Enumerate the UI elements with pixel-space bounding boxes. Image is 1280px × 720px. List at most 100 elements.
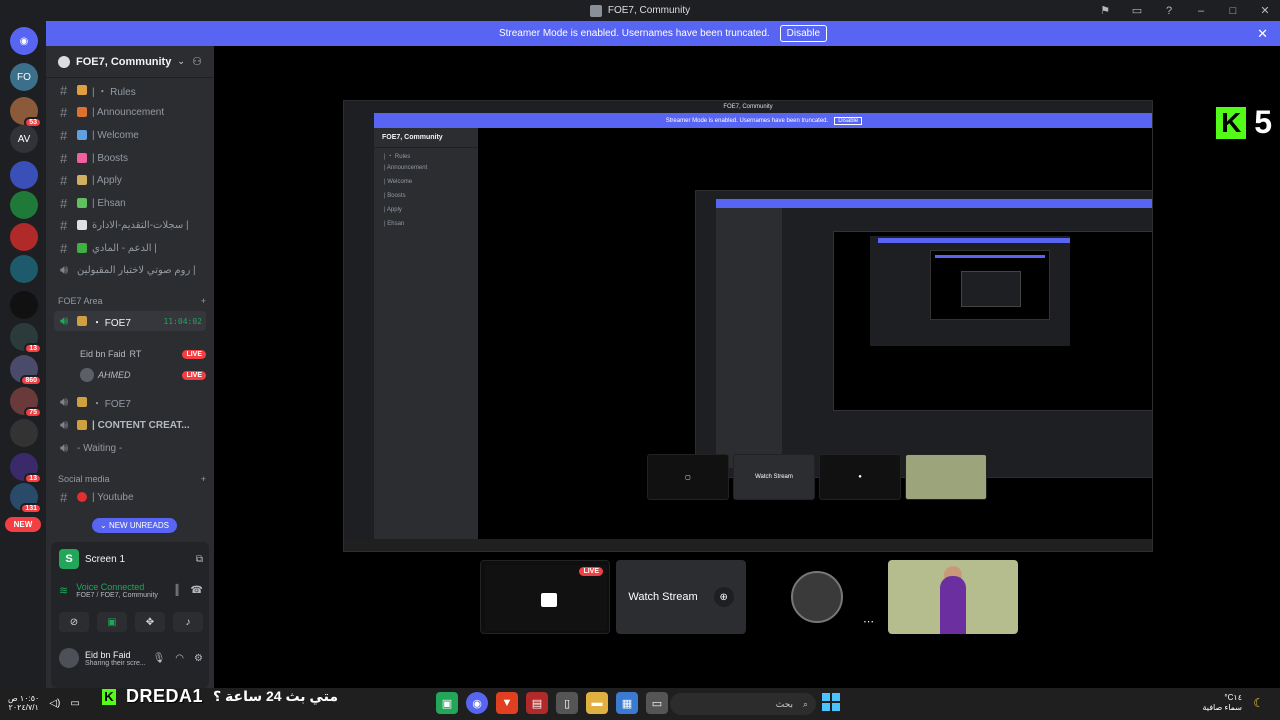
new-unreads-pill[interactable]: ⌄ NEW UNREADS xyxy=(92,518,177,533)
channel-admin-logs[interactable]: # سجلات-التقديم-الادارة | xyxy=(54,215,206,235)
guild-header[interactable]: FOE7, Community ⌄ ⚇ xyxy=(46,46,214,78)
banner-close-icon[interactable]: ✕ xyxy=(1257,26,1268,42)
minimize-button[interactable]: – xyxy=(1194,5,1208,17)
unread-badge: 75 xyxy=(24,407,42,418)
maximize-button[interactable]: □ xyxy=(1226,5,1240,17)
server-icon[interactable] xyxy=(10,291,38,319)
voice-channel-content[interactable]: 🔊︎ | CONTENT CREAT... xyxy=(54,415,206,435)
stop-stream-icon[interactable]: ▣ xyxy=(97,612,127,632)
headphones-icon[interactable]: ◠ xyxy=(175,653,184,664)
participant-avatar-tile[interactable]: ⋯ xyxy=(752,560,882,634)
server-icon[interactable] xyxy=(10,161,38,189)
close-window-button[interactable]: ✕ xyxy=(1258,4,1272,17)
participant-camera-tile[interactable] xyxy=(888,560,1018,634)
server-icon[interactable]: AV xyxy=(10,125,38,153)
disconnect-icon[interactable]: ☎ xyxy=(191,585,203,596)
screen-share-row[interactable]: S Screen 1 ⧉ xyxy=(59,548,203,570)
channel-youtube[interactable]: # | Youtube xyxy=(54,487,206,507)
server-icon[interactable]: 53 xyxy=(10,97,42,128)
watch-stream-tile[interactable]: Watch Stream ⊕ xyxy=(616,560,746,634)
channel-ehsan[interactable]: # | Ehsan xyxy=(54,193,206,213)
server-icon[interactable]: 75 xyxy=(10,387,42,418)
kick-logo-icon: K xyxy=(1216,106,1247,139)
noise-suppression-icon[interactable]: ║ xyxy=(173,585,180,596)
more-icon[interactable]: ⋯ xyxy=(863,615,874,628)
folder-icon[interactable]: ▬ xyxy=(586,692,608,714)
start-menu-icon[interactable] xyxy=(822,693,840,711)
voice-connected-label[interactable]: Voice Connected xyxy=(76,582,158,592)
store-icon[interactable]: ▦ xyxy=(616,692,638,714)
monitor-icon[interactable]: ▭ xyxy=(1130,4,1144,17)
app-icon[interactable]: ▭ xyxy=(646,692,668,714)
voice-status-controls: ║ ☎ xyxy=(173,585,203,596)
channel-welcome[interactable]: # | Welcome xyxy=(54,125,206,145)
category-social-media[interactable]: Social media + xyxy=(58,474,206,484)
clock[interactable]: ١٠:٥٠ ص ٢٠٢٤/٧/١ xyxy=(8,694,39,712)
mirror-banner: Streamer Mode is enabled. Usernames have… xyxy=(374,113,1152,128)
channel-apply[interactable]: # | Apply xyxy=(54,170,206,190)
soundboard-icon[interactable]: ♪ xyxy=(173,612,203,632)
camera-off-icon[interactable]: ⊘ xyxy=(59,612,89,632)
channel-label: | CONTENT CREAT... xyxy=(92,419,190,431)
participant-tiles: LIVE Watch Stream ⊕ ⋯ xyxy=(480,560,1018,634)
brave-icon[interactable]: ▼ xyxy=(496,692,518,714)
app-icon[interactable]: ▤ xyxy=(526,692,548,714)
speaker-icon: 🔊︎ xyxy=(60,394,69,409)
hash-icon: # xyxy=(60,195,68,211)
voice-user-name: AHMED xyxy=(98,370,131,380)
speaker-icon: 🔊︎ xyxy=(60,417,69,432)
speaker-icon[interactable]: ◁) xyxy=(49,698,60,709)
mouse-icon[interactable]: ▯ xyxy=(556,692,578,714)
voice-user[interactable]: AHMED LIVE xyxy=(80,366,206,384)
nested-video-2 xyxy=(930,250,1050,320)
zoom-icon[interactable]: ⊕ xyxy=(713,587,734,607)
voice-channel-path[interactable]: FOE7 / FOE7, Community xyxy=(76,592,158,599)
microphone-icon[interactable]: 🎙︎ xyxy=(153,653,166,664)
scroll-emoji-icon xyxy=(77,85,87,95)
server-icon[interactable]: 131 xyxy=(10,483,42,514)
watch-stream-button[interactable]: Watch Stream xyxy=(628,591,697,603)
network-icon[interactable]: ▭ xyxy=(70,698,79,709)
unread-badge: 13 xyxy=(24,343,42,354)
voice-channel-test[interactable]: 🔊︎ روم صوتي لاختبار المقبولين | xyxy=(54,260,206,280)
crown-emoji-icon xyxy=(77,397,87,407)
server-icon[interactable] xyxy=(10,255,38,283)
gear-icon[interactable]: ⚙ xyxy=(194,653,203,664)
taskbar-search[interactable]: بحث ⌕ xyxy=(670,693,816,715)
popout-icon[interactable]: ⧉ xyxy=(196,554,203,565)
server-icon[interactable]: 13 xyxy=(10,453,42,484)
wave-emoji-icon xyxy=(77,130,87,140)
stream-tile[interactable]: LIVE xyxy=(480,560,610,634)
voice-connection-status: ≋ Voice Connected FOE7 / FOE7, Community… xyxy=(59,582,203,599)
weather-widget[interactable]: °C١٤ سماء صافية xyxy=(1202,693,1242,713)
category-foe7-area[interactable]: FOE7 Area + xyxy=(58,296,206,306)
discord-home-icon[interactable]: ◉ xyxy=(10,27,38,55)
voice-channel-waiting[interactable]: 🔊︎ - Waiting - xyxy=(54,438,206,458)
plus-icon[interactable]: + xyxy=(201,296,206,306)
server-icon[interactable]: 13 xyxy=(10,323,42,354)
avatar[interactable] xyxy=(59,648,79,668)
voice-user[interactable]: Eid bn Faid RT LIVE xyxy=(80,345,206,363)
server-icon[interactable] xyxy=(10,191,38,219)
flag-icon[interactable]: ⚑ xyxy=(1098,4,1112,17)
channel-support[interactable]: # الدعم - المادي | xyxy=(54,238,206,258)
server-icon[interactable]: 860 xyxy=(10,355,42,386)
discord-icon[interactable]: ◉ xyxy=(466,692,488,714)
channel-announcement[interactable]: # | Announcement xyxy=(54,102,206,122)
voice-channel-foe7[interactable]: 🔊︎ ・ FOE7 xyxy=(54,392,206,412)
new-servers-pill[interactable]: NEW xyxy=(5,517,41,532)
plus-icon[interactable]: + xyxy=(201,474,206,484)
app-icon[interactable]: ▣ xyxy=(436,692,458,714)
server-icon[interactable] xyxy=(10,419,38,447)
invite-icon[interactable]: ⚇ xyxy=(192,55,202,68)
channel-rules[interactable]: # | ・ Rules xyxy=(54,80,206,100)
stream-video[interactable]: FOE7, Community Streamer Mode is enabled… xyxy=(343,100,1153,552)
avatar xyxy=(791,571,843,623)
server-icon[interactable] xyxy=(10,223,38,251)
channel-boosts[interactable]: # | Boosts xyxy=(54,148,206,168)
help-icon[interactable]: ? xyxy=(1162,5,1176,17)
activities-icon[interactable]: ✥ xyxy=(135,612,165,632)
server-icon[interactable]: FO xyxy=(10,63,38,91)
voice-channel-foe7-active[interactable]: 🔊︎ ・ FOE7 11:04:02 xyxy=(54,311,206,331)
disable-button[interactable]: Disable xyxy=(779,25,828,42)
